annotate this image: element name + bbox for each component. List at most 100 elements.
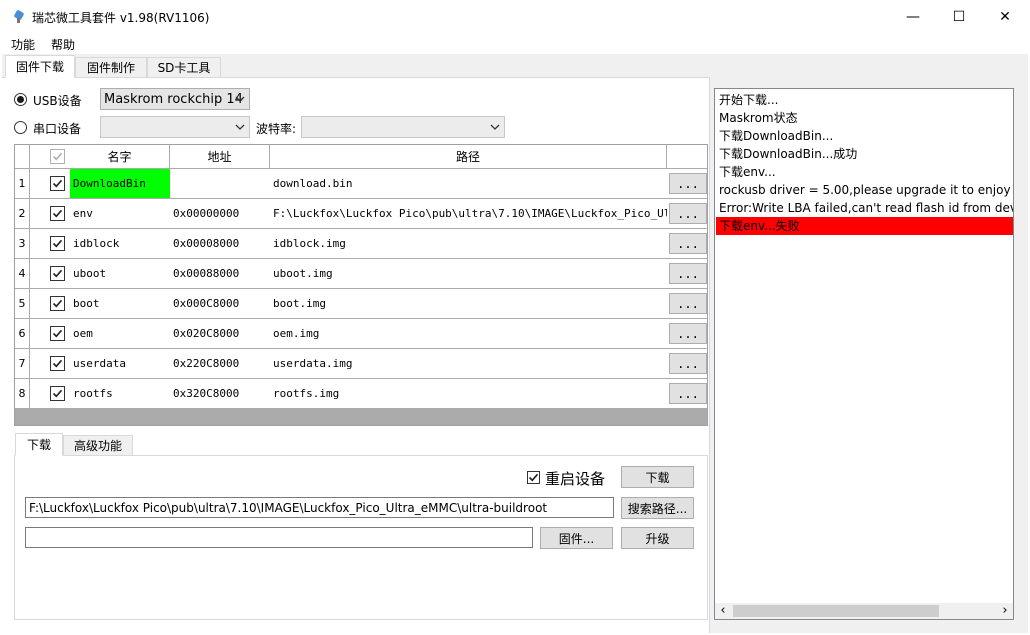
- partition-path[interactable]: uboot.img: [270, 259, 669, 288]
- browse-button[interactable]: ...: [669, 293, 707, 314]
- partition-path[interactable]: download.bin: [270, 169, 669, 198]
- partition-name[interactable]: rootfs: [70, 379, 172, 408]
- row-checkbox[interactable]: [49, 236, 65, 251]
- partition-name[interactable]: idblock: [70, 229, 172, 258]
- tab-firmware-download[interactable]: 固件下载: [5, 55, 75, 78]
- checkmark-icon: [52, 299, 62, 308]
- row-number: 7: [15, 349, 29, 378]
- firmware-button[interactable]: 固件...: [540, 527, 613, 549]
- firmware-file-input[interactable]: [25, 527, 533, 548]
- browse-button[interactable]: ...: [669, 203, 707, 224]
- row-checkbox[interactable]: [49, 356, 65, 371]
- partition-path-text: userdata.img: [273, 357, 353, 370]
- partition-path-text: F:\Luckfox\Luckfox Pico\pub\ultra\7.10\I…: [273, 207, 669, 220]
- upgrade-button[interactable]: 升级: [621, 527, 694, 549]
- row-number: 6: [15, 319, 29, 348]
- partition-name-text: uboot: [73, 267, 107, 280]
- usb-device-radio[interactable]: [14, 93, 27, 106]
- partition-path[interactable]: boot.img: [270, 289, 669, 318]
- minimize-button[interactable]: —: [890, 0, 936, 34]
- horizontal-scrollbar[interactable]: ‹ ›: [715, 603, 1013, 619]
- browse-button[interactable]: ...: [669, 383, 707, 404]
- partition-path[interactable]: F:\Luckfox\Luckfox Pico\pub\ultra\7.10\I…: [270, 199, 669, 228]
- maximize-button[interactable]: ☐: [936, 0, 982, 34]
- reboot-label: 重启设备: [545, 470, 606, 488]
- checkmark-icon: [52, 209, 62, 218]
- tab-sd-tool[interactable]: SD卡工具: [147, 57, 221, 78]
- log-panel[interactable]: 开始下载... Maskrom状态 下载DownloadBin... 下载Downlo…: [714, 88, 1014, 620]
- browse-cell: ...: [667, 289, 707, 318]
- row-checkbox[interactable]: [49, 296, 65, 311]
- row-number-text: 8: [18, 387, 26, 400]
- tab-download[interactable]: 下载: [15, 433, 63, 456]
- partition-name[interactable]: uboot: [70, 259, 172, 288]
- scroll-left-icon[interactable]: ‹: [717, 603, 729, 619]
- baud-rate-combo[interactable]: [301, 116, 505, 138]
- serial-device-combo[interactable]: [100, 116, 250, 138]
- scrollbar-thumb[interactable]: [733, 605, 939, 617]
- column-header-name: 名字: [70, 145, 169, 168]
- partition-path-text: rootfs.img: [273, 387, 340, 400]
- partition-path-text: oem.img: [273, 327, 320, 340]
- search-path-button[interactable]: 搜索路径...: [621, 497, 694, 519]
- row-checkbox[interactable]: [49, 266, 65, 281]
- partition-address-text: 0x00088000: [173, 267, 240, 280]
- usb-device-value: Maskrom rockchip 14: [104, 91, 243, 107]
- serial-device-label: 串口设备: [33, 122, 82, 136]
- menu-function[interactable]: 功能: [11, 36, 35, 53]
- checkmark-icon: [52, 329, 62, 338]
- chevron-down-icon: [490, 124, 500, 130]
- partition-address[interactable]: 0x320C8000: [170, 379, 272, 408]
- column-header-label: 名字: [107, 150, 132, 164]
- reboot-checkbox[interactable]: [527, 471, 540, 484]
- partition-name-text: boot: [73, 297, 100, 310]
- partition-name[interactable]: DownloadBin: [70, 169, 172, 198]
- menu-help[interactable]: 帮助: [51, 36, 75, 53]
- browse-button[interactable]: ...: [669, 353, 707, 374]
- partition-address[interactable]: 0x00000000: [170, 199, 272, 228]
- firmware-path-input[interactable]: F:\Luckfox\Luckfox Pico\pub\ultra\7.10\I…: [25, 497, 614, 518]
- partition-address[interactable]: 0x00088000: [170, 259, 272, 288]
- row-number: 4: [15, 259, 29, 288]
- row-checkbox[interactable]: [49, 326, 65, 341]
- partition-address-text: 0x00000000: [173, 207, 240, 220]
- download-button[interactable]: 下载: [621, 466, 694, 488]
- partition-name[interactable]: boot: [70, 289, 172, 318]
- scroll-right-icon[interactable]: ›: [999, 603, 1011, 619]
- browse-button[interactable]: ...: [669, 173, 707, 194]
- browse-cell: ...: [667, 319, 707, 348]
- row-number-text: 2: [18, 207, 26, 220]
- partition-address[interactable]: 0x220C8000: [170, 349, 272, 378]
- close-button[interactable]: ✕: [982, 0, 1028, 34]
- chevron-down-icon: [235, 124, 245, 130]
- browse-button[interactable]: ...: [669, 263, 707, 284]
- browse-cell: ...: [667, 169, 707, 198]
- partition-name-text: userdata: [73, 357, 126, 370]
- partition-address[interactable]: 0x00008000: [170, 229, 272, 258]
- partition-name[interactable]: oem: [70, 319, 172, 348]
- tab-advanced[interactable]: 高级功能: [63, 435, 133, 456]
- row-checkbox[interactable]: [49, 206, 65, 221]
- usb-device-combo[interactable]: Maskrom rockchip 14: [100, 88, 250, 110]
- row-checkbox[interactable]: [49, 386, 65, 401]
- browse-button[interactable]: ...: [669, 323, 707, 344]
- partition-name[interactable]: env: [70, 199, 172, 228]
- partition-path[interactable]: idblock.img: [270, 229, 669, 258]
- partition-address[interactable]: [170, 169, 272, 198]
- row-checkbox[interactable]: [49, 176, 65, 191]
- partition-path[interactable]: userdata.img: [270, 349, 669, 378]
- partition-path[interactable]: oem.img: [270, 319, 669, 348]
- row-number: 3: [15, 229, 29, 258]
- partition-address[interactable]: 0x000C8000: [170, 289, 272, 318]
- column-header: [15, 145, 29, 168]
- serial-device-radio[interactable]: [14, 121, 27, 134]
- select-all-checkbox[interactable]: [49, 149, 65, 164]
- browse-button[interactable]: ...: [669, 233, 707, 254]
- partition-path[interactable]: rootfs.img: [270, 379, 669, 408]
- log-line: 下载env...: [719, 165, 776, 179]
- row-number-text: 6: [18, 327, 26, 340]
- tab-firmware-make[interactable]: 固件制作: [75, 57, 147, 78]
- partition-address[interactable]: 0x020C8000: [170, 319, 272, 348]
- checkmark-icon: [52, 152, 62, 161]
- partition-name[interactable]: userdata: [70, 349, 172, 378]
